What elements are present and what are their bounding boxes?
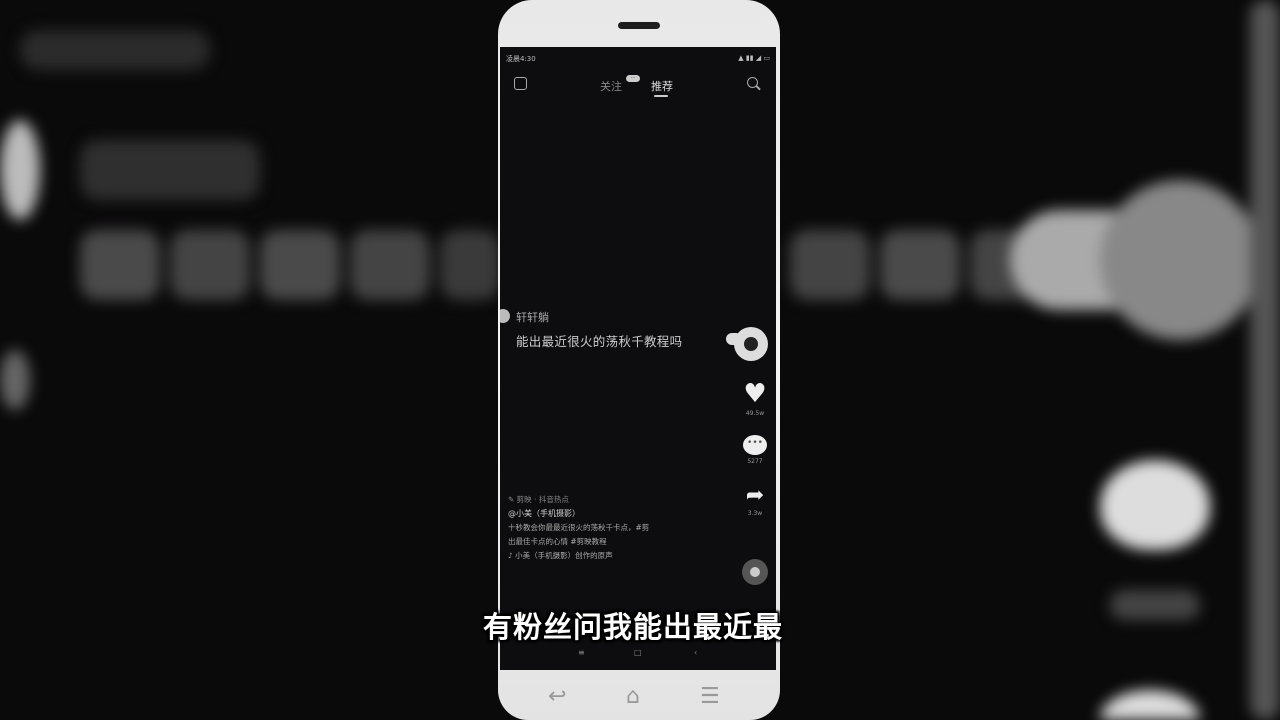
commenter-avatar <box>500 309 510 323</box>
phone-screen: 凌晨4:30 ▲ ▮▮ ◢ ▭ 关注 ··· 推荐 轩轩躺 能出最近很火的荡秋千… <box>500 47 776 670</box>
follow-button[interactable] <box>726 333 742 345</box>
active-tab-indicator <box>654 95 668 97</box>
video-caption: ✎ 剪映 · 抖音热点 @小美（手机摄影） 十秒教会你最最近很火的荡秋千卡点，#… <box>508 493 728 563</box>
share-count: 3.3w <box>747 510 763 517</box>
status-time: 凌晨4:30 <box>506 55 536 63</box>
caption-meta[interactable]: ✎ 剪映 · 抖音热点 <box>508 493 728 507</box>
heart-icon: ♥ <box>743 379 767 409</box>
home-key-icon[interactable]: ⌂ <box>626 686 640 708</box>
hardware-keys: ↩ ⌂ ☰ <box>498 680 780 714</box>
comment-icon <box>743 435 767 455</box>
comment-text: 能出最近很火的荡秋千教程吗 <box>516 334 683 349</box>
caption-line-1: 十秒教会你最最近很火的荡秋千卡点，#剪 <box>508 523 650 532</box>
soft-nav-bar: ≡ □ ‹ <box>500 645 776 663</box>
menu-key-icon[interactable]: ☰ <box>700 686 720 708</box>
share-button[interactable]: ➦ 3.3w <box>738 483 772 518</box>
status-indicators: ▲ ▮▮ ◢ ▭ <box>738 54 770 62</box>
phone-speaker <box>618 22 660 29</box>
back-key-icon[interactable]: ↩ <box>548 686 566 708</box>
back-soft-key[interactable]: ‹ <box>694 648 697 657</box>
like-button[interactable]: ♥ 49.5w <box>738 381 772 417</box>
status-bar: 凌晨4:30 ▲ ▮▮ ◢ ▭ <box>500 47 776 69</box>
live-icon[interactable] <box>514 77 527 90</box>
tab-following[interactable]: 关注 <box>600 78 622 94</box>
caption-author[interactable]: @小美（手机摄影） <box>508 507 728 521</box>
commenter-name: 轩轩躺 <box>516 311 549 324</box>
menu-soft-key[interactable]: ≡ <box>578 648 585 657</box>
comment-count: 5277 <box>747 458 763 465</box>
search-icon[interactable] <box>747 77 758 88</box>
following-badge: ··· <box>626 75 640 82</box>
comment-button[interactable]: 5277 <box>738 435 772 465</box>
caption-music[interactable]: ♪ 小美（手机摄影）创作的原声 <box>508 549 728 563</box>
home-soft-key[interactable]: □ <box>634 648 642 657</box>
caption-line-2: 出最佳卡点的心情 #剪映教程 <box>508 537 607 546</box>
top-nav: 关注 ··· 推荐 <box>500 69 776 99</box>
music-disc-icon[interactable] <box>742 559 768 585</box>
video-subtitle: 有粉丝问我能出最近最 <box>483 610 784 644</box>
like-count: 49.5w <box>745 410 765 417</box>
share-icon: ➦ <box>745 483 765 508</box>
tab-recommended[interactable]: 推荐 <box>651 78 673 94</box>
